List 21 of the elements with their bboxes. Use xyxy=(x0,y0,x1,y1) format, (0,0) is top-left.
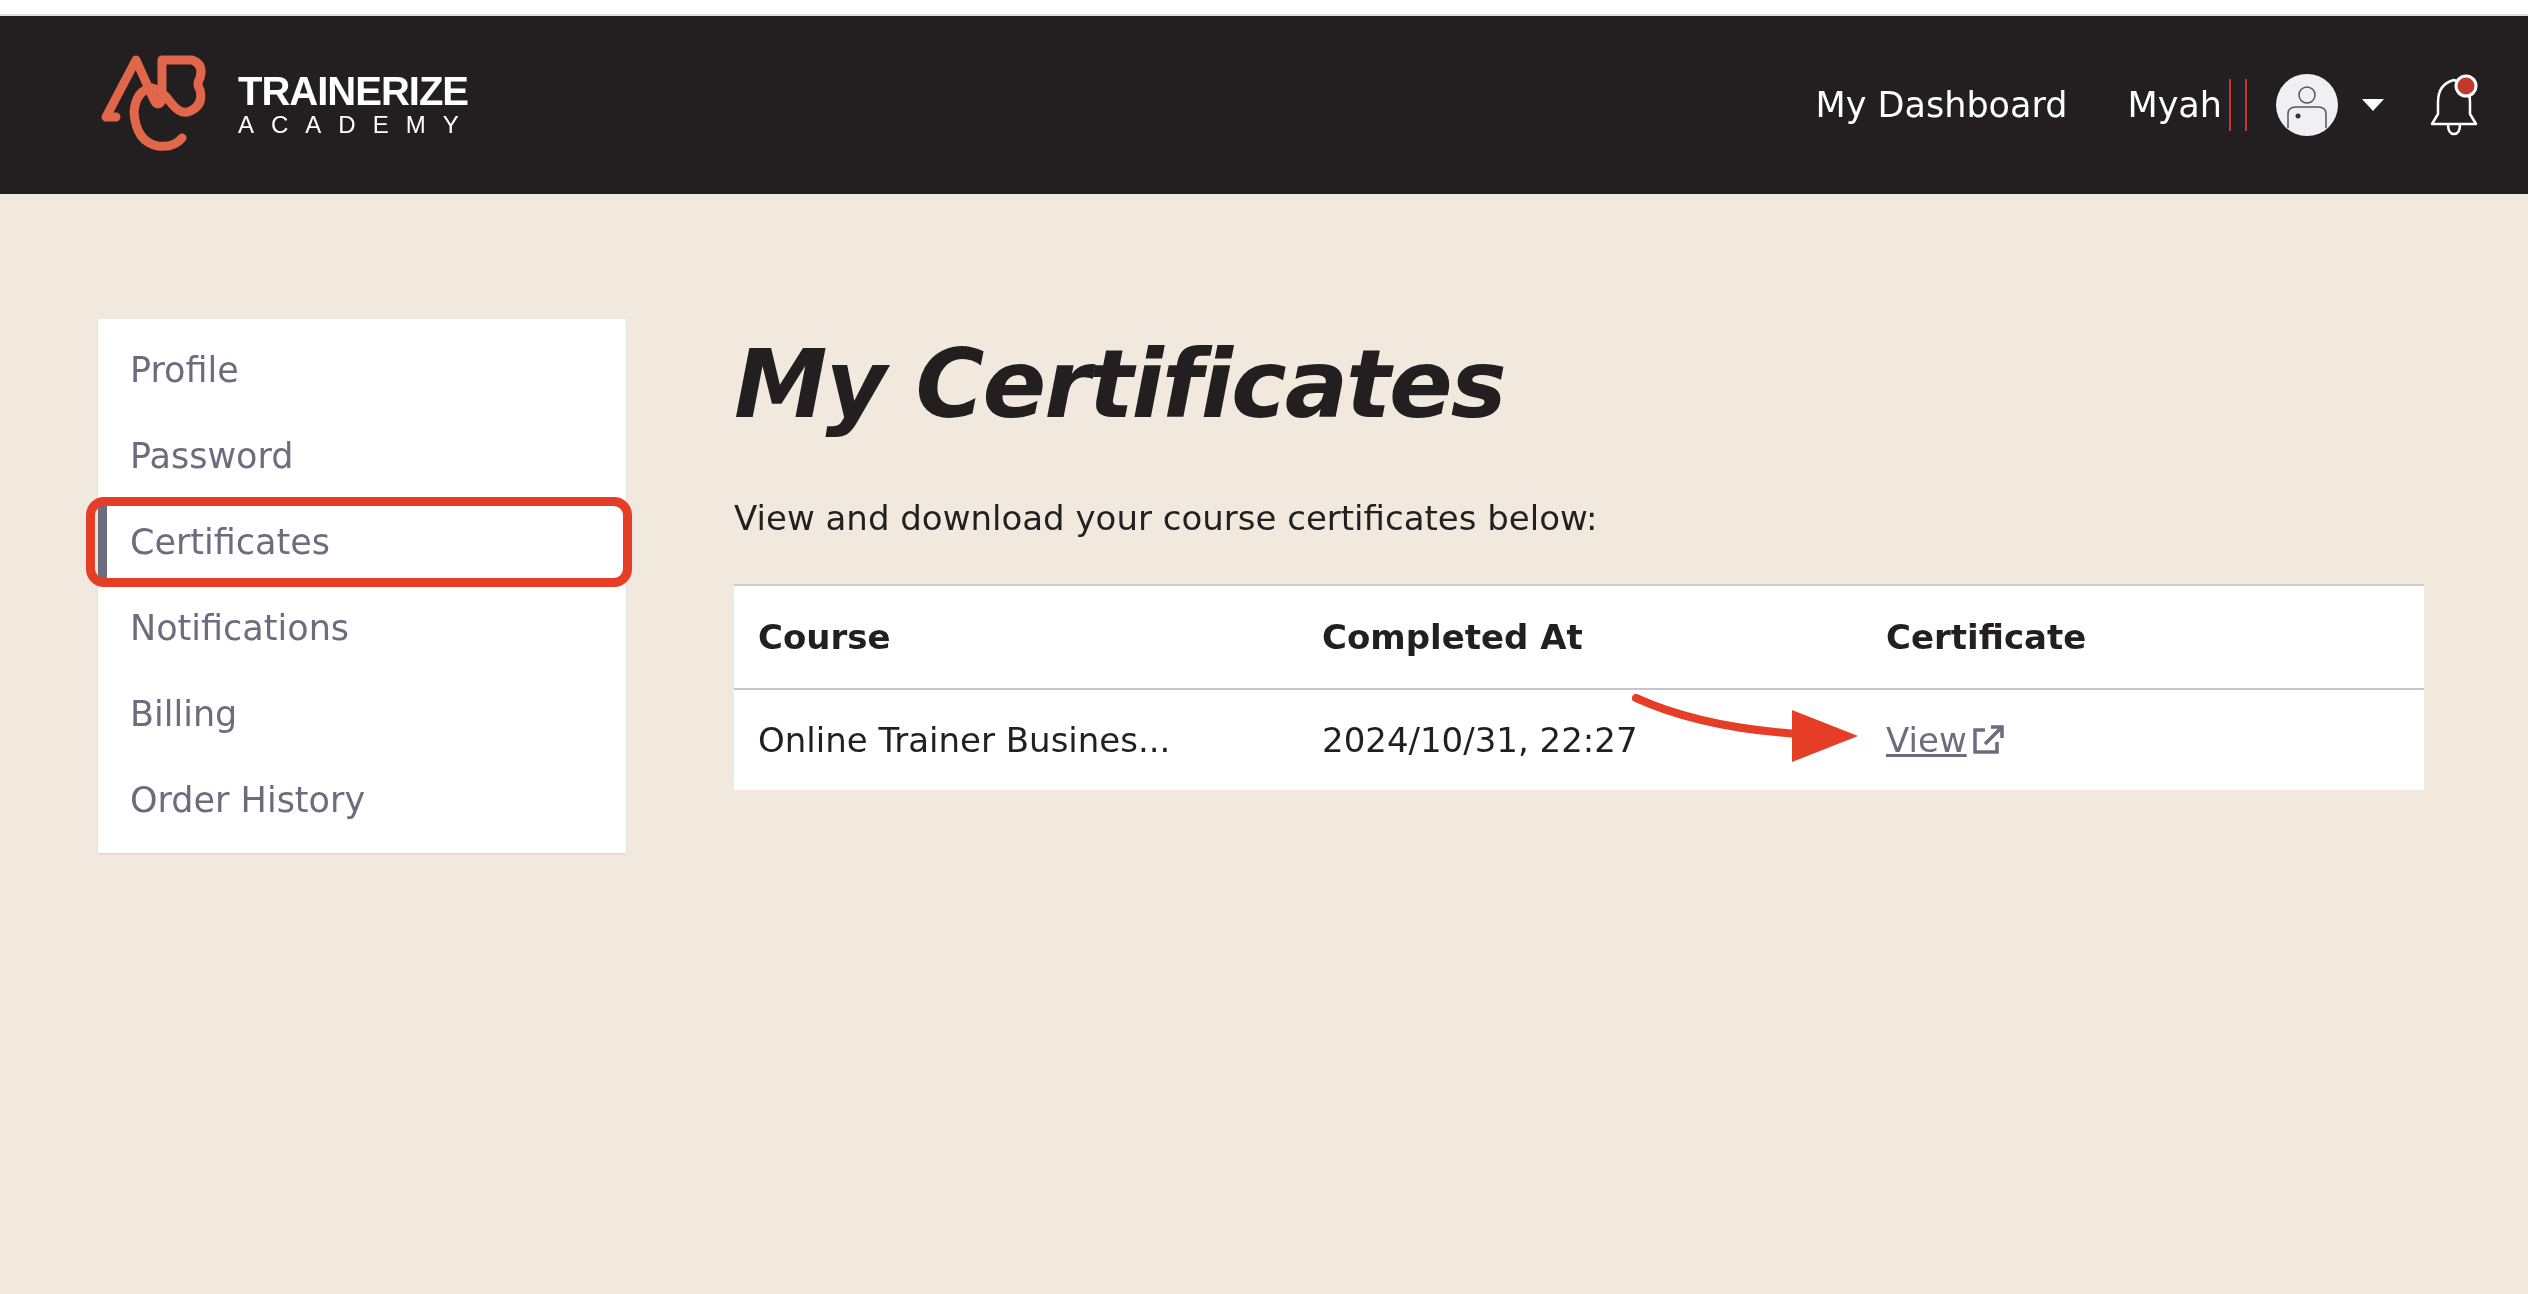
page-description: View and download your course certificates below: xyxy=(734,497,1599,538)
avatar-icon[interactable] xyxy=(2276,74,2338,136)
table-cell: Online Trainer Busines... xyxy=(734,688,1298,790)
column-header: Certificate xyxy=(1862,584,2424,689)
sidebar-item[interactable]: Order History xyxy=(98,757,626,843)
sidebar-item[interactable]: Profile xyxy=(98,327,626,413)
column-header: Completed At xyxy=(1298,584,1862,689)
sidebar-item[interactable]: Certificates xyxy=(98,499,626,585)
view-link[interactable]: View xyxy=(1886,719,2005,760)
user-name: Myah xyxy=(2127,85,2222,125)
brand-name: TRAINERIZE xyxy=(238,70,469,111)
sidebar-item[interactable]: Password xyxy=(98,413,626,499)
brand-subtitle: ACADEMY xyxy=(238,110,476,140)
external-link-icon xyxy=(1970,723,2005,756)
table-cell: 2024/10/31, 22:27 xyxy=(1298,688,1862,790)
caret-icon[interactable] xyxy=(2362,99,2384,111)
dashboard-link[interactable]: My Dashboard xyxy=(1815,85,2068,125)
sidebar-item[interactable]: Billing xyxy=(98,671,626,757)
page-title: My Certificates xyxy=(734,329,1506,441)
sidebar-item[interactable]: Notifications xyxy=(98,585,626,671)
column-header: Course xyxy=(734,584,1298,689)
